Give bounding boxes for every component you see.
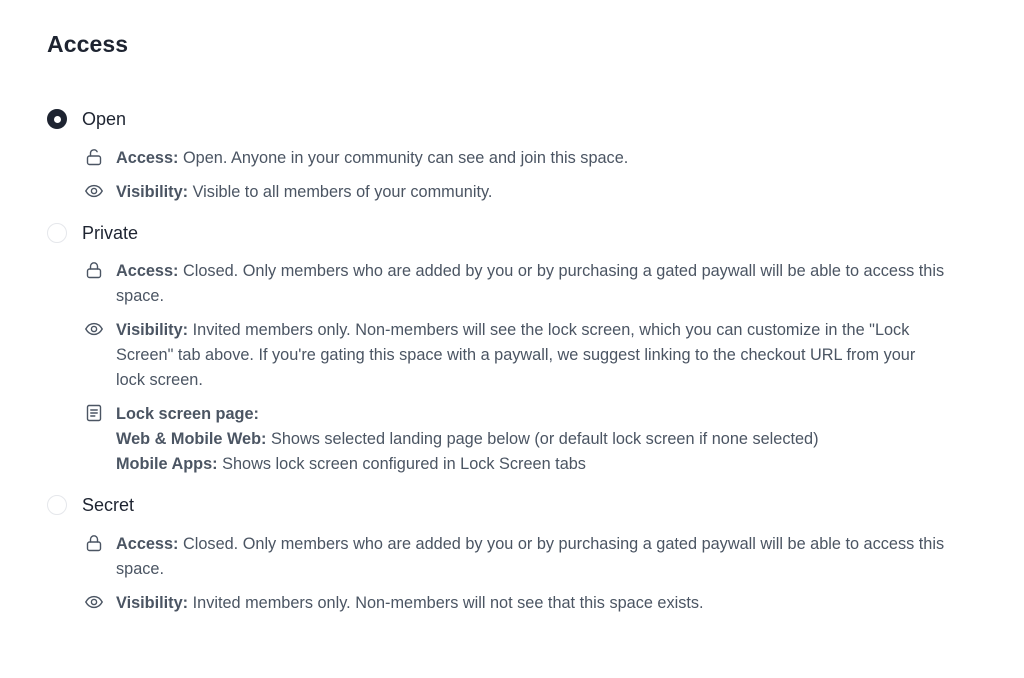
row-key: Visibility: [116,321,189,339]
document-icon [84,403,104,423]
private-visibility-row: Visibility: Invited members only. Non-me… [84,318,977,393]
access-settings: Access Open Access: Open. Anyone in your… [0,0,1024,678]
radio-secret[interactable]: Secret [47,493,977,517]
unlock-icon [84,147,104,167]
row-key: Visibility: [116,594,189,612]
radio-open[interactable]: Open [47,107,977,131]
eye-icon [84,592,104,612]
access-option-open: Open Access: Open. Anyone in your commun… [47,107,977,205]
radio-button-secret[interactable] [47,495,67,515]
row-value: Closed. Only members who are added by yo… [116,535,945,578]
open-access-row: Access: Open. Anyone in your community c… [84,146,977,171]
private-access-row: Access: Closed. Only members who are add… [84,259,977,309]
eye-icon [84,181,104,201]
sub-value: Shows selected landing page below (or de… [266,430,819,448]
lock-icon [84,533,104,553]
row-value: Open. Anyone in your community can see a… [178,149,629,167]
row-key: Lock screen page: [116,405,259,423]
row-value: Closed. Only members who are added by yo… [116,262,945,305]
option-label-open: Open [82,108,127,129]
private-lock-screen-row: Lock screen page: Web & Mobile Web: Show… [84,402,977,477]
access-option-secret: Secret Access: Closed. Only members who … [47,493,977,616]
radio-button-open[interactable] [47,109,67,129]
sub-key: Mobile Apps: [116,455,218,473]
option-label-secret: Secret [82,494,135,515]
open-visibility-row: Visibility: Visible to all members of yo… [84,180,977,205]
row-value: Invited members only. Non-members will s… [116,321,916,389]
eye-icon [84,319,104,339]
access-option-private: Private Access: Closed. Only members who… [47,221,977,477]
section-title: Access [47,31,129,57]
row-value: Visible to all members of your community… [188,183,493,201]
row-key: Access: [116,149,179,167]
radio-button-private[interactable] [47,223,67,243]
option-label-private: Private [82,222,139,243]
sub-key: Web & Mobile Web: [116,430,267,448]
secret-access-row: Access: Closed. Only members who are add… [84,532,977,582]
radio-private[interactable]: Private [47,221,977,245]
row-key: Visibility: [116,183,189,201]
secret-visibility-row: Visibility: Invited members only. Non-me… [84,591,977,616]
sub-value: Shows lock screen configured in Lock Scr… [217,455,586,473]
lock-icon [84,260,104,280]
row-value: Invited members only. Non-members will n… [188,594,704,612]
row-key: Access: [116,535,179,553]
row-key: Access: [116,262,179,280]
